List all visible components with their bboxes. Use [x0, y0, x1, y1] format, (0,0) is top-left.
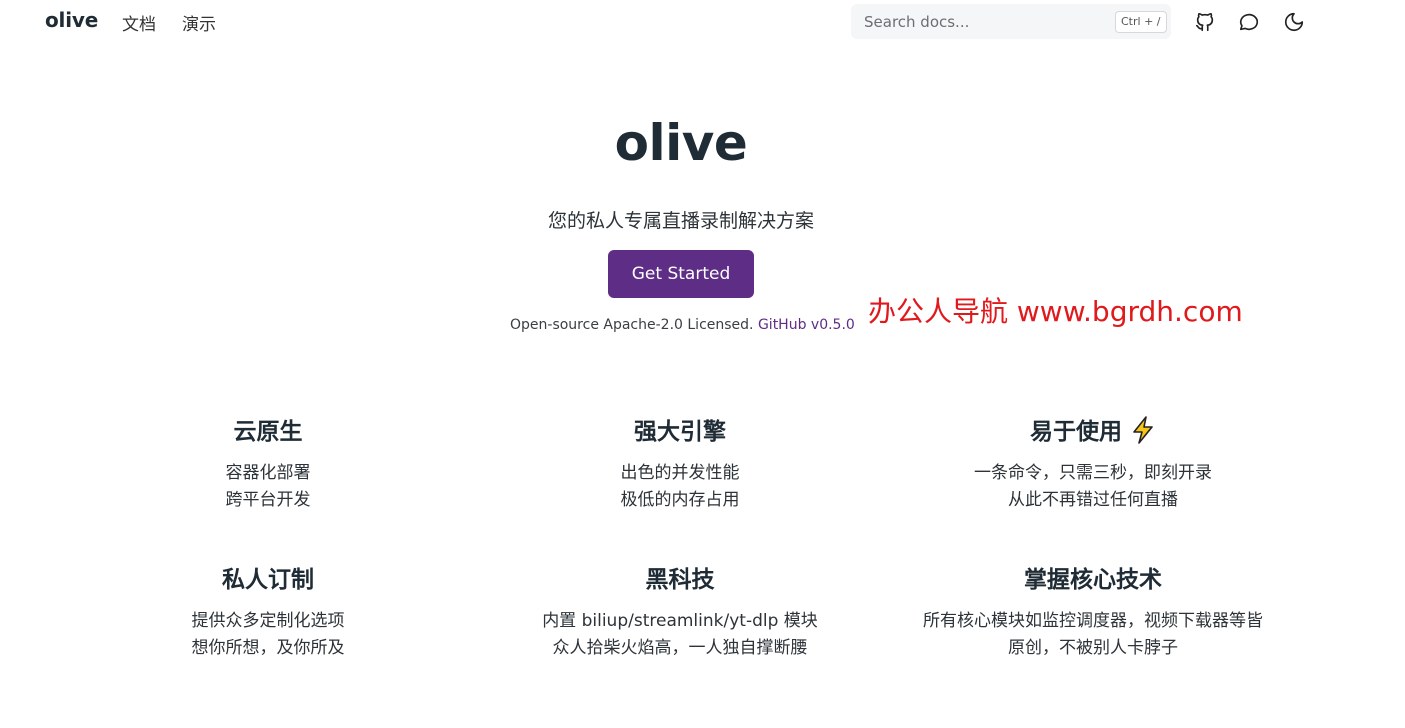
feature-line: 众人拾柴火焰高，一人独自撑断腰: [552, 638, 808, 658]
feature-line: 出色的并发性能: [620, 463, 740, 483]
hero-subtitle: 您的私人专属直播录制解决方案: [547, 210, 814, 232]
nav-link-demo[interactable]: 演示: [182, 10, 216, 35]
feature-title: 云原生: [233, 419, 303, 445]
feature-core-technology: 掌握核心技术 所有核心模块如监控调度器，视频下载器等皆 原创，不被别人卡脖子: [873, 564, 1313, 662]
moon-icon[interactable]: [1283, 11, 1305, 33]
feature-description: 内置 biliup/streamlink/yt-dlp 模块 众人拾柴火焰高，一…: [460, 608, 900, 662]
github-icon[interactable]: [1194, 11, 1216, 33]
navbar: olive 文档 演示 Ctrl + /: [0, 0, 1405, 44]
license-text: Open-source Apache-2.0 Licensed. GitHub …: [510, 317, 855, 333]
feature-title: 私人订制: [222, 567, 314, 593]
search-input[interactable]: [851, 4, 1106, 39]
feature-description: 提供众多定制化选项 想你所想，及你所及: [48, 608, 488, 662]
feature-line: 所有核心模块如监控调度器，视频下载器等皆: [923, 611, 1263, 631]
feature-line: 想你所想，及你所及: [191, 638, 345, 658]
license-label: Open-source Apache-2.0 Licensed.: [510, 317, 754, 333]
feature-easy-to-use: 易于使用 一条命令，只需三秒，即刻开录 从此不再错过任何直播: [873, 416, 1313, 514]
feature-description: 所有核心模块如监控调度器，视频下载器等皆 原创，不被别人卡脖子: [873, 608, 1313, 662]
feature-line: 原创，不被别人卡脖子: [1008, 638, 1178, 658]
lightning-icon: [1130, 416, 1156, 444]
feature-description: 出色的并发性能 极低的内存占用: [460, 460, 900, 514]
search-shortcut-badge: Ctrl + /: [1115, 11, 1167, 33]
feature-description: 容器化部署 跨平台开发: [48, 460, 488, 514]
feature-powerful-engine: 强大引擎 出色的并发性能 极低的内存占用: [460, 416, 900, 514]
hero-title: olive: [614, 114, 748, 172]
feature-description: 一条命令，只需三秒，即刻开录 从此不再错过任何直播: [873, 460, 1313, 514]
feature-title-row: 易于使用: [873, 416, 1313, 448]
search-box[interactable]: Ctrl + /: [851, 4, 1171, 39]
feature-cloud-native: 云原生 容器化部署 跨平台开发: [48, 416, 488, 514]
feature-line: 提供众多定制化选项: [191, 611, 345, 631]
github-version-link[interactable]: GitHub v0.5.0: [758, 317, 855, 333]
feature-line: 极低的内存占用: [620, 490, 740, 510]
feature-line: 跨平台开发: [225, 490, 311, 510]
feature-black-tech: 黑科技 内置 biliup/streamlink/yt-dlp 模块 众人拾柴火…: [460, 564, 900, 662]
feature-customization: 私人订制 提供众多定制化选项 想你所想，及你所及: [48, 564, 488, 662]
get-started-button[interactable]: Get Started: [608, 250, 754, 298]
feature-line: 内置 biliup/streamlink/yt-dlp 模块: [542, 611, 818, 631]
feature-line: 从此不再错过任何直播: [1008, 490, 1178, 510]
watermark-text: 办公人导航 www.bgrdh.com: [868, 295, 1243, 328]
feature-title: 掌握核心技术: [1024, 567, 1162, 593]
nav-link-docs[interactable]: 文档: [122, 10, 156, 35]
feature-title: 黑科技: [645, 567, 715, 593]
feature-title: 易于使用: [1030, 419, 1122, 445]
feature-line: 一条命令，只需三秒，即刻开录: [974, 463, 1212, 483]
feature-title: 强大引擎: [634, 419, 726, 445]
chat-icon[interactable]: [1238, 11, 1260, 33]
feature-line: 容器化部署: [225, 463, 311, 483]
brand-logo[interactable]: olive: [45, 8, 98, 32]
